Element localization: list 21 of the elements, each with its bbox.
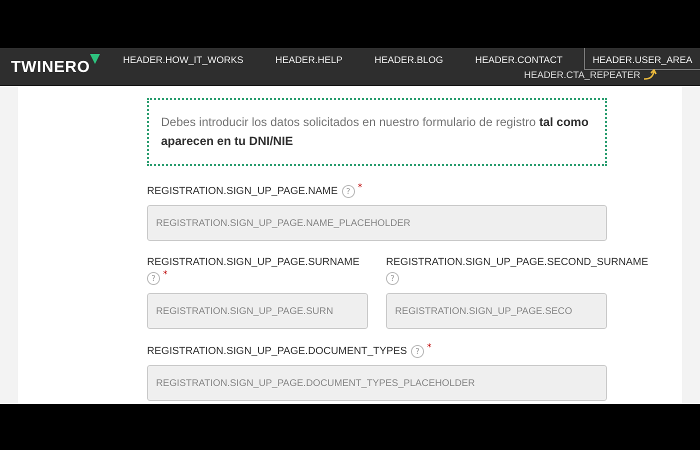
triangle-icon [90, 54, 100, 64]
cta-hint: HEADER.CTA_REPEATER [524, 70, 640, 80]
curved-arrow-icon [643, 69, 658, 81]
notice-text: Debes introducir los datos solicitados en nuestro formulario de registro tal como aparecen en tu DNI/NIE [147, 98, 607, 166]
required-mark: * [163, 270, 168, 280]
field-label: REGISTRATION.SIGN_UP_PAGE.DOCUMENT_TYPES [147, 346, 407, 356]
field-label: REGISTRATION.SIGN_UP_PAGE.SURNAME [147, 257, 360, 268]
input-field[interactable]: REGISTRATION.SIGN_UP_PAGE.SURN [147, 293, 368, 329]
field-label: REGISTRATION.SIGN_UP_PAGE.SECOND_SURNAME [386, 257, 648, 268]
field-label: REGISTRATION.SIGN_UP_PAGE.NAME [147, 186, 338, 196]
logo[interactable]: TWINERO [11, 59, 90, 77]
nav-link[interactable]: HEADER.CONTACT [466, 48, 572, 70]
nav-link[interactable]: HEADER.HOW_IT_WORKS [114, 48, 252, 70]
required-mark: * [358, 183, 362, 193]
required-mark: * [426, 343, 432, 353]
input-field[interactable]: REGISTRATION.SIGN_UP_PAGE.NAME_PLACEHOLDER [147, 205, 607, 241]
nav-link[interactable]: HEADER.HELP [266, 48, 352, 70]
user-area-button[interactable]: HEADER.USER_AREA [584, 48, 700, 70]
input-field[interactable]: REGISTRATION.SIGN_UP_PAGE.SECO [386, 293, 607, 329]
input-field[interactable]: REGISTRATION.SIGN_UP_PAGE.DOCUMENT_TYPES_PLACEHOLDER [147, 365, 607, 401]
nav-link[interactable]: HEADER.BLOG [365, 48, 452, 70]
